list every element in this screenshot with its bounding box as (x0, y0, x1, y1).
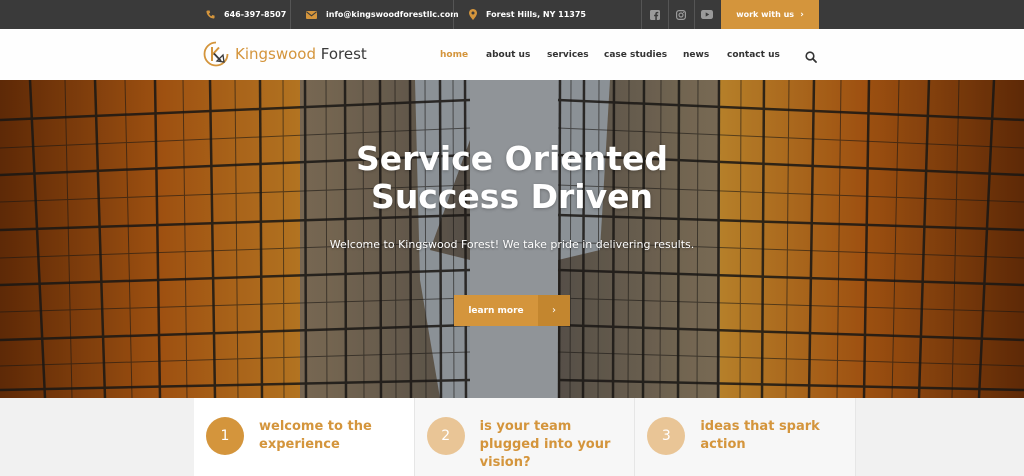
instagram-link[interactable] (668, 0, 694, 29)
learn-more-label: learn more (454, 295, 538, 326)
email-contact[interactable]: info@kingswoodforestllc.com (306, 0, 459, 29)
feature-card-3[interactable]: 3 ideas that spark action (635, 398, 857, 476)
nav-news[interactable]: news (683, 29, 709, 80)
search-icon (805, 51, 817, 63)
logo[interactable]: Kingswood Forest (203, 41, 367, 67)
hero-subtitle: Welcome to Kingswood Forest! We take pri… (329, 238, 695, 251)
divider (453, 0, 454, 29)
feature-title: ideas that spark action (700, 419, 820, 452)
feature-card-2[interactable]: 2 is your team plugged into your vision? (414, 398, 636, 476)
youtube-icon (701, 10, 713, 19)
work-with-us-label: work with us (736, 10, 795, 19)
nav-case-studies[interactable]: case studies (604, 29, 667, 80)
hero-title-line-2: Success Driven (371, 177, 653, 216)
instagram-icon (676, 9, 686, 20)
logo-text: Kingswood Forest (235, 45, 367, 63)
feature-number-badge: 2 (426, 417, 465, 455)
nav-services[interactable]: services (547, 29, 589, 80)
feature-title: welcome to the experience (259, 419, 372, 452)
chevron-right-icon: › (538, 295, 570, 326)
hero-title-line-1: Service Oriented (356, 139, 668, 178)
feature-card-1[interactable]: 1 welcome to the experience (194, 398, 415, 476)
phone-number: 646-397-8507 (224, 10, 287, 19)
divider (290, 0, 291, 29)
feature-number-badge: 3 (647, 417, 686, 455)
facebook-icon (650, 9, 660, 20)
feature-number-badge: 1 (206, 417, 244, 455)
logo-brand: Kingswood (235, 45, 316, 63)
facebook-link[interactable] (642, 0, 668, 29)
search-button[interactable] (805, 48, 817, 67)
envelope-icon (306, 10, 317, 19)
kingswood-logo-icon (203, 41, 229, 67)
logo-suffix: Forest (316, 45, 367, 63)
nav-home[interactable]: home (440, 29, 468, 80)
nav-about-us[interactable]: about us (486, 29, 530, 80)
site-header: Kingswood Forest home about us services … (0, 29, 1024, 80)
work-with-us-button[interactable]: work with us › (721, 0, 819, 29)
feature-title: is your team plugged into your vision? (479, 419, 611, 470)
location-contact: Forest Hills, NY 11375 (469, 0, 586, 29)
learn-more-button[interactable]: learn more › (454, 295, 570, 326)
hero-section: Service Oriented Success Driven Welcome … (0, 80, 1024, 398)
phone-icon (206, 10, 215, 19)
email-address: info@kingswoodforestllc.com (326, 10, 459, 19)
chevron-right-icon: › (800, 9, 804, 20)
map-pin-icon (469, 9, 477, 20)
top-bar: 646-397-8507 info@kingswoodforestllc.com… (0, 0, 1024, 29)
phone-contact[interactable]: 646-397-8507 (206, 0, 286, 29)
youtube-link[interactable] (694, 0, 720, 29)
nav-contact-us[interactable]: contact us (727, 29, 780, 80)
features-strip: 1 welcome to the experience 2 is your te… (194, 398, 857, 476)
location-text: Forest Hills, NY 11375 (486, 10, 586, 19)
